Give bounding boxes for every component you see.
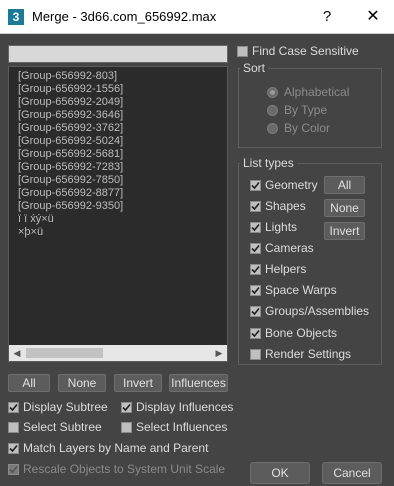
list-type-shapes-checkbox[interactable]: Shapes <box>250 198 306 214</box>
select-influences-label: Select Influences <box>136 420 228 434</box>
sort-option-label: By Type <box>284 103 328 117</box>
list-types-group-title: List types <box>240 156 297 170</box>
list-type-label: Cameras <box>265 241 314 255</box>
checkbox-checked-icon[interactable] <box>250 263 261 275</box>
radio-unselected-icon <box>267 122 278 134</box>
find-case-sensitive-label: Find Case Sensitive <box>252 44 359 58</box>
checkbox-checked-icon[interactable] <box>250 305 261 317</box>
list-type-bone-objects-checkbox[interactable]: Bone Objects <box>250 325 337 341</box>
list-item[interactable]: [Group-656992-8877] <box>9 187 227 200</box>
close-button[interactable]: ✕ <box>358 0 388 34</box>
scroll-thumb[interactable] <box>26 348 103 358</box>
match-layers-checkbox[interactable]: Match Layers by Name and Parent <box>8 440 208 456</box>
object-list[interactable]: [Group-656992-803] [Group-656992-1556] [… <box>8 66 228 362</box>
invert-selection-button[interactable]: Invert <box>114 374 162 392</box>
sort-option-label: By Color <box>284 121 331 135</box>
sort-option-label: Alphabetical <box>284 85 350 99</box>
list-item[interactable]: [Group-656992-3646] <box>9 109 227 122</box>
app-logo-icon: 3 <box>8 9 24 25</box>
checkbox-checked-icon[interactable] <box>250 179 261 191</box>
horizontal-scrollbar[interactable]: ◀ ▶ <box>9 345 227 361</box>
list-type-label: Bone Objects <box>265 326 338 340</box>
select-none-button[interactable]: None <box>58 374 106 392</box>
list-type-cameras-checkbox[interactable]: Cameras <box>250 240 314 256</box>
sort-alphabetical-radio: Alphabetical <box>267 84 349 100</box>
list-type-label: Groups/Assemblies <box>265 304 370 318</box>
list-item[interactable]: ×þ×ü <box>9 226 227 239</box>
checkbox-checked-icon[interactable] <box>121 401 132 413</box>
checkbox-checked-icon[interactable] <box>250 284 261 296</box>
list-item[interactable]: [Group-656992-3762] <box>9 122 227 135</box>
checkbox-unchecked-icon[interactable] <box>237 45 248 57</box>
rescale-objects-checkbox: Rescale Objects to System Unit Scale <box>8 461 225 477</box>
sort-by-type-radio: By Type <box>267 102 327 118</box>
list-type-label: Shapes <box>265 199 306 213</box>
scroll-right-icon[interactable]: ▶ <box>211 345 227 361</box>
display-subtree-checkbox[interactable]: Display Subtree <box>8 399 108 415</box>
search-input[interactable] <box>8 45 228 63</box>
list-type-label: Lights <box>265 220 298 234</box>
checkbox-checked-icon[interactable] <box>8 401 19 413</box>
select-all-button[interactable]: All <box>8 374 50 392</box>
checkbox-checked-icon[interactable] <box>250 221 261 233</box>
sort-by-color-radio: By Color <box>267 120 330 136</box>
list-type-label: Render Settings <box>265 347 352 361</box>
scroll-left-icon[interactable]: ◀ <box>9 345 25 361</box>
checkbox-unchecked-icon[interactable] <box>8 421 19 433</box>
list-item[interactable]: [Group-656992-7283] <box>9 161 227 174</box>
display-influences-checkbox[interactable]: Display Influences <box>121 399 233 415</box>
list-item[interactable]: [Group-656992-5681] <box>9 148 227 161</box>
checkbox-checked-icon[interactable] <box>8 442 19 454</box>
list-type-label: Helpers <box>265 262 307 276</box>
list-item[interactable]: [Group-656992-803] <box>9 70 227 83</box>
list-item[interactable]: [Group-656992-1556] <box>9 83 227 96</box>
select-influences-checkbox[interactable]: Select Influences <box>121 419 227 435</box>
list-type-groups-checkbox[interactable]: Groups/Assemblies <box>250 303 369 319</box>
ok-button[interactable]: OK <box>250 462 310 484</box>
find-case-sensitive-checkbox[interactable]: Find Case Sensitive <box>237 43 359 59</box>
list-type-space-warps-checkbox[interactable]: Space Warps <box>250 282 337 298</box>
checkbox-checked-icon <box>8 463 19 475</box>
display-subtree-label: Display Subtree <box>23 400 108 414</box>
list-type-render-settings-checkbox[interactable]: Render Settings <box>250 346 351 362</box>
select-subtree-label: Select Subtree <box>23 420 102 434</box>
influences-button[interactable]: Influences <box>169 374 228 392</box>
list-item[interactable]: [Group-656992-9350] <box>9 200 227 213</box>
list-item[interactable]: [Group-656992-7850] <box>9 174 227 187</box>
window-title: Merge - 3d66.com_656992.max <box>32 9 217 24</box>
sort-group-title: Sort <box>240 61 269 75</box>
help-button[interactable]: ? <box>312 0 342 34</box>
list-types-all-button[interactable]: All <box>324 176 365 194</box>
list-item[interactable]: [Group-656992-5024] <box>9 135 227 148</box>
rescale-objects-label: Rescale Objects to System Unit Scale <box>23 462 226 476</box>
list-type-helpers-checkbox[interactable]: Helpers <box>250 261 306 277</box>
list-item[interactable]: [Group-656992-2049] <box>9 96 227 109</box>
checkbox-checked-icon[interactable] <box>250 242 261 254</box>
cancel-button[interactable]: Cancel <box>322 462 382 484</box>
list-item[interactable]: ï ï x́ý×ü <box>9 213 227 226</box>
radio-unselected-icon <box>267 104 278 116</box>
radio-selected-icon <box>267 86 278 98</box>
list-type-lights-checkbox[interactable]: Lights <box>250 219 297 235</box>
list-type-label: Space Warps <box>265 283 337 297</box>
list-type-geometry-checkbox[interactable]: Geometry <box>250 177 318 193</box>
checkbox-checked-icon[interactable] <box>250 327 261 339</box>
display-influences-label: Display Influences <box>136 400 234 414</box>
list-types-invert-button[interactable]: Invert <box>324 222 365 240</box>
match-layers-label: Match Layers by Name and Parent <box>23 441 209 455</box>
checkbox-checked-icon[interactable] <box>250 200 261 212</box>
title-bar: 3 Merge - 3d66.com_656992.max ? ✕ <box>0 0 394 34</box>
select-subtree-checkbox[interactable]: Select Subtree <box>8 419 102 435</box>
list-types-none-button[interactable]: None <box>324 199 365 217</box>
checkbox-unchecked-icon[interactable] <box>121 421 132 433</box>
list-type-label: Geometry <box>265 178 318 192</box>
checkbox-unchecked-icon[interactable] <box>250 348 261 360</box>
